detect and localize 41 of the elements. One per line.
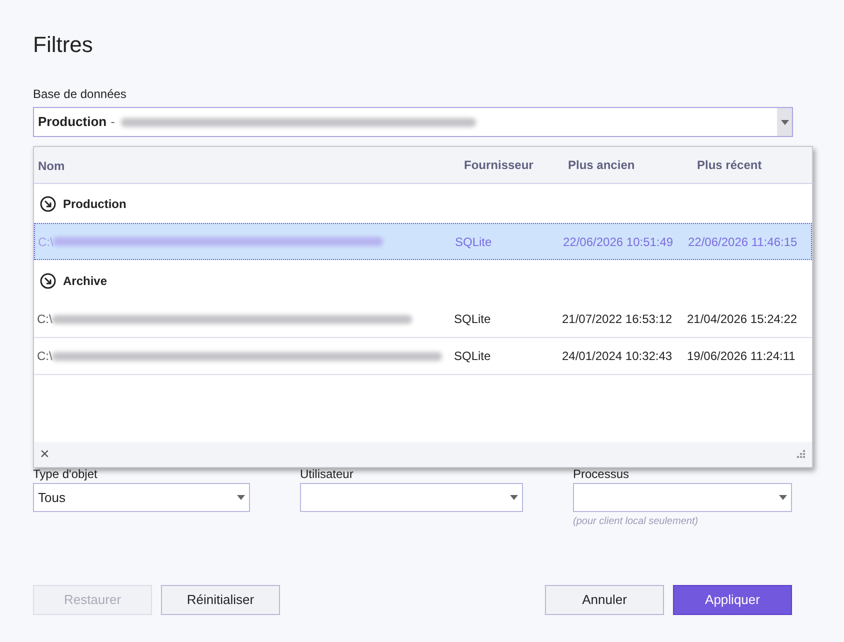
path-prefix: C:\: [37, 348, 52, 365]
path-prefix: C:\: [38, 234, 54, 250]
filter-combo[interactable]: Tous: [33, 483, 250, 512]
group-title: Archive: [63, 272, 108, 290]
database-combo[interactable]: Production -: [33, 107, 793, 137]
table-row[interactable]: C:\ SQLite 21/07/2022 16:53:12 21/04/2026 15:24:22: [34, 301, 812, 338]
dropdown-button[interactable]: [777, 108, 792, 136]
dialog-button[interactable]: Annuler: [545, 585, 664, 615]
provider-cell-text: SQLite: [454, 348, 492, 365]
field-label: Base de données: [33, 87, 128, 101]
caret-icon: [780, 120, 788, 124]
date-cell-text: 24/01/2024 10:32:43: [561, 348, 674, 365]
date-cell-text: 21/04/2026 15:24:22: [687, 311, 798, 328]
date-cell-text: 21/07/2022 16:53:12: [561, 311, 674, 328]
column-header: Fournisseur: [463, 157, 534, 174]
column-header: Plus ancien: [567, 157, 636, 174]
date-cell-text: 22/06/2026 10:51:49: [562, 234, 674, 250]
table-row[interactable]: C:\ SQLite 24/01/2024 10:32:43 19/06/2026 11:24:11: [34, 338, 812, 375]
dialog-button[interactable]: Réinitialiser: [161, 585, 280, 615]
apply-button[interactable]: Appliquer: [673, 585, 792, 615]
resize-grip-icon[interactable]: [797, 450, 806, 459]
path-prefix: C:\: [37, 311, 52, 328]
column-header: Plus récent: [696, 157, 763, 174]
combo-value: Tous: [38, 488, 66, 507]
date-cell-text: 22/06/2026 11:46:15: [688, 234, 798, 250]
provider-cell-text: SQLite: [455, 234, 493, 250]
caret-icon: [510, 495, 518, 500]
group-title: Production: [63, 196, 126, 212]
hint-text: (pour client local seulement): [573, 515, 700, 529]
close-button[interactable]: ×: [40, 446, 50, 462]
provider-cell-text: SQLite: [454, 311, 492, 328]
column-header: Nom: [37, 158, 66, 175]
caret-icon: [237, 495, 245, 500]
field-label: Processus: [573, 467, 630, 481]
dialog-title: Filtres: [33, 31, 94, 59]
date-cell-text: 19/06/2026 11:24:11: [687, 348, 796, 365]
field-label: Utilisateur: [300, 467, 354, 481]
caret-icon: [779, 495, 787, 500]
separator-text: -: [110, 113, 115, 132]
database-name: Production: [38, 113, 107, 132]
field-label: Type d'objet: [33, 467, 98, 481]
